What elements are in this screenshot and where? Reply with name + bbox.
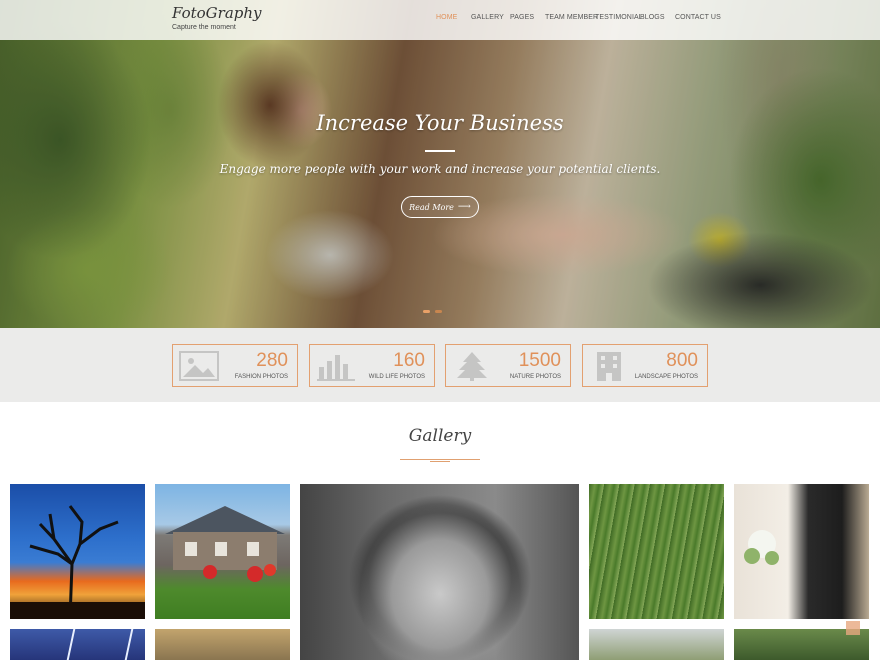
gallery-item-wheat-field[interactable] [589,484,724,619]
stat-nature: 1500 NATURE PHOTOS [445,344,571,387]
logo-tagline: Capture the moment [172,24,236,31]
stat-value: 1500 [518,350,561,371]
nav-item-gallery[interactable]: GALLERY [471,14,504,21]
site-logo[interactable]: FotoGraphy Capture the moment [172,4,262,33]
hero-title: Increase Your Business [316,111,564,135]
gallery-item-hills[interactable] [589,629,724,660]
bar-chart-icon [317,355,355,381]
gallery-item-dirt-road[interactable] [155,629,290,660]
stats-bar: 280 FASHION PHOTOS 160 WILD LIFE PHOTOS … [0,328,880,402]
stat-wildlife: 160 WILD LIFE PHOTOS [309,344,435,387]
image-icon [179,351,219,381]
gallery-item-sunset-tree[interactable] [10,484,145,619]
stat-label: WILD LIFE PHOTOS [368,374,425,380]
logo-title: FotoGraphy [172,4,262,22]
hero-slider[interactable]: Increase Your Business Engage more peopl… [0,0,880,328]
read-more-button[interactable]: Read More ⟶ [401,196,479,218]
stat-fashion: 280 FASHION PHOTOS [172,344,298,387]
gallery-item-wedding[interactable] [734,484,869,619]
building-icon [597,352,621,381]
stat-value: 800 [666,350,698,371]
nav-item-pages[interactable]: PAGES [510,14,534,21]
arrow-right-icon: ⟶ [457,202,471,212]
gallery-heading: Gallery [408,426,472,446]
tree-silhouette [10,505,145,619]
site-header: FotoGraphy Capture the moment HOME GALLE… [0,0,880,40]
gallery-item-portrait[interactable] [300,484,579,660]
nav-item-blogs[interactable]: BLOGS [640,14,665,21]
read-more-label: Read More [409,202,454,212]
nav-item-testimonial[interactable]: TESTIMONIAL [595,14,643,21]
house-shape [165,506,285,582]
lightning-bolt [124,629,134,660]
lightning-bolt [66,629,76,660]
stat-landscape: 800 LANDSCAPE PHOTOS [582,344,708,387]
bouquet-shape [744,530,779,565]
stat-label: FASHION PHOTOS [234,374,288,380]
gallery-divider [400,459,480,460]
hero-divider [425,150,455,152]
stat-label: NATURE PHOTOS [509,374,561,380]
stat-value: 280 [256,350,288,371]
slider-dot-2[interactable] [435,310,442,313]
slider-dot-1[interactable] [423,310,430,313]
nav-item-home[interactable]: HOME [436,14,457,21]
stat-value: 160 [393,350,425,371]
hero-subtitle: Engage more people with your work and in… [219,162,661,176]
nav-item-team-member[interactable]: TEAM MEMBER [545,14,598,21]
nav-item-contact-us[interactable]: CONTACT US [675,14,721,21]
gallery-item-stone-house[interactable] [155,484,290,619]
scroll-to-top-button[interactable] [846,621,860,635]
tree-icon [457,352,487,381]
gallery-divider-accent [430,461,450,462]
stat-label: LANDSCAPE PHOTOS [634,374,698,380]
page: Increase Your Business Engage more peopl… [0,0,880,660]
gallery-item-lightning-storm[interactable] [10,629,145,660]
